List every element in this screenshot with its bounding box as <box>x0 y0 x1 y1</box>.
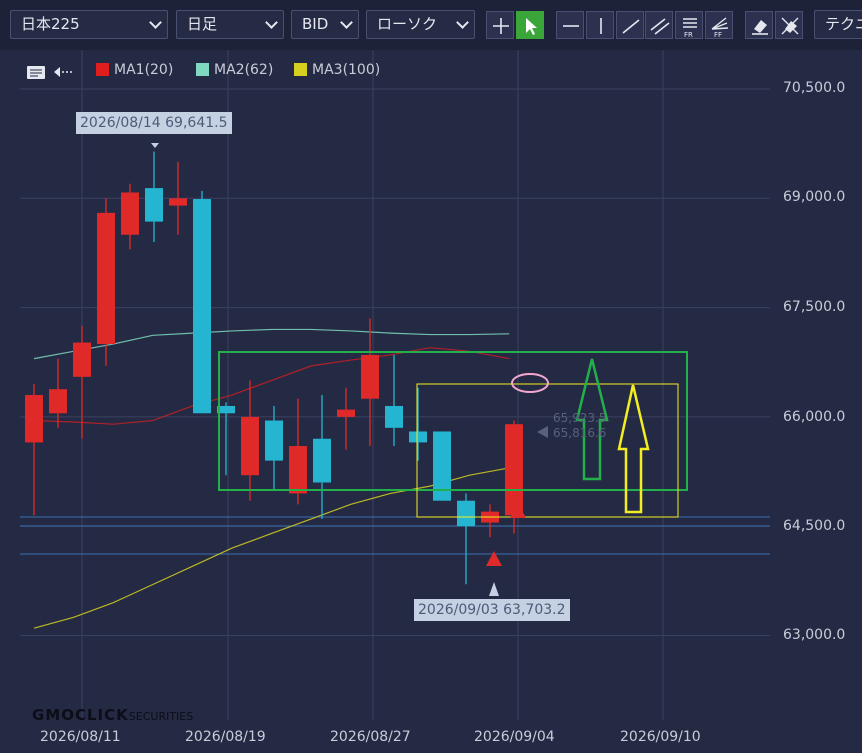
pointer-button[interactable] <box>516 11 544 39</box>
current-price-top: 65,923.5 <box>553 411 607 425</box>
ma-line <box>33 347 510 425</box>
brand-suffix: SECURITIES <box>128 710 194 723</box>
legend-ma1: MA1(20) <box>96 61 173 79</box>
parallel-lines-button[interactable] <box>645 11 673 39</box>
symbol-label: 日本225 <box>21 15 80 33</box>
price-axis-label: 63,000.0 <box>783 627 846 643</box>
symbol-dropdown[interactable]: 日本225 <box>10 10 168 39</box>
brand-watermark: GMOCLICKSECURITIES <box>32 705 193 724</box>
low-pointer-icon <box>489 582 499 596</box>
current-price-readout: 65,923.5 65,816.6 <box>553 411 606 441</box>
chevron-down-icon <box>456 16 469 29</box>
legend-label: MA1(20) <box>114 62 174 78</box>
horizontal-line-icon <box>563 25 579 27</box>
eraser-button[interactable] <box>745 11 773 39</box>
trendline-button[interactable] <box>616 11 644 39</box>
fibonacci-retracement-icon: FR <box>683 18 697 39</box>
collapse-arrow-icon[interactable] <box>52 64 76 80</box>
erase-all-button[interactable] <box>775 11 803 39</box>
legend-swatch <box>96 63 109 76</box>
chart-grid <box>20 50 770 720</box>
vertical-line-icon <box>600 18 602 34</box>
svg-text:FR: FR <box>684 31 693 39</box>
price-type-dropdown[interactable]: BID <box>291 10 359 39</box>
legend-swatch <box>294 63 307 76</box>
price-axis-label: 67,500.0 <box>783 299 846 315</box>
fibonacci-fan-button[interactable]: FF <box>705 11 733 39</box>
date-axis-label: 2026/09/10 <box>620 729 701 745</box>
high-price-callout: 2026/08/14 69,641.5 <box>76 112 232 134</box>
legend-label: MA3(100) <box>312 62 381 78</box>
candle-body <box>265 420 283 461</box>
candle-body <box>241 416 259 476</box>
candle-body <box>73 342 91 377</box>
candle-body <box>505 424 523 516</box>
candle-body <box>337 409 355 417</box>
date-axis-label: 2026/08/27 <box>330 729 411 745</box>
high-pointer-icon <box>151 143 159 148</box>
yellow-up-arrow-icon <box>617 384 650 514</box>
price-chart[interactable] <box>0 50 862 753</box>
yellow-rectangle <box>416 383 679 518</box>
erase-all-icon <box>781 17 799 35</box>
candle-body <box>289 446 307 494</box>
candle-body <box>169 198 187 206</box>
price-axis-label: 69,000.0 <box>783 189 846 205</box>
legend-swatch <box>196 63 209 76</box>
legend-label: MA2(62) <box>214 62 274 78</box>
current-price-bottom: 65,816.6 <box>553 426 607 440</box>
date-axis-label: 2026/08/19 <box>185 729 266 745</box>
fibonacci-fan-icon: FF <box>711 17 729 39</box>
candle-body <box>313 438 331 483</box>
chevron-down-icon <box>149 16 162 29</box>
legend-ma2: MA2(62) <box>196 61 273 79</box>
toolbar: 日本225 日足 BID ローソク FR FF テクニ <box>0 0 862 50</box>
legend-ma3: MA3(100) <box>294 61 380 79</box>
candle-body <box>361 354 379 399</box>
chart-style-dropdown[interactable]: ローソク <box>366 10 475 39</box>
current-price-pointer-icon <box>537 426 548 438</box>
technical-menu-label: テクニ <box>825 15 862 33</box>
crosshair-button[interactable] <box>486 11 514 39</box>
crosshair-icon <box>493 18 509 34</box>
cursor-icon <box>526 18 537 35</box>
chat-icon[interactable] <box>26 64 48 82</box>
fibonacci-retracement-button[interactable]: FR <box>675 11 703 39</box>
candle-body <box>145 188 163 222</box>
candle-body <box>49 389 67 414</box>
signal-up-triangle-icon <box>486 551 502 566</box>
chevron-down-icon <box>265 16 278 29</box>
parallel-lines-icon <box>650 18 670 35</box>
chevron-down-icon <box>340 16 353 29</box>
horizontal-lines <box>20 516 770 555</box>
price-axis-label: 64,500.0 <box>783 518 846 534</box>
price-axis-label: 70,500.0 <box>783 80 846 96</box>
chart-style-label: ローソク <box>377 15 438 33</box>
timeframe-label: 日足 <box>187 15 218 33</box>
date-axis-label: 2026/09/04 <box>474 729 555 745</box>
vertical-line-button[interactable] <box>586 11 614 39</box>
timeframe-dropdown[interactable]: 日足 <box>176 10 284 39</box>
trendline-icon <box>622 19 640 34</box>
pink-ellipse <box>511 373 549 393</box>
candlesticks <box>25 151 523 585</box>
candle-body <box>97 212 115 345</box>
candle-body <box>409 431 427 443</box>
date-axis-label: 2026/08/11 <box>40 729 121 745</box>
candle-body <box>385 405 403 428</box>
svg-text:FF: FF <box>714 31 722 39</box>
candle-body <box>457 500 475 527</box>
candle-body <box>25 395 43 443</box>
price-type-label: BID <box>302 15 329 33</box>
eraser-icon <box>752 20 768 35</box>
technical-menu-button[interactable]: テクニ <box>814 10 862 39</box>
candle-body <box>121 192 139 235</box>
brand-name: GMOCLICK <box>32 706 129 724</box>
price-axis-label: 66,000.0 <box>783 409 846 425</box>
horizontal-line-button[interactable] <box>556 11 584 39</box>
low-price-callout: 2026/09/03 63,703.2 <box>414 599 570 621</box>
candle-body <box>193 199 211 414</box>
